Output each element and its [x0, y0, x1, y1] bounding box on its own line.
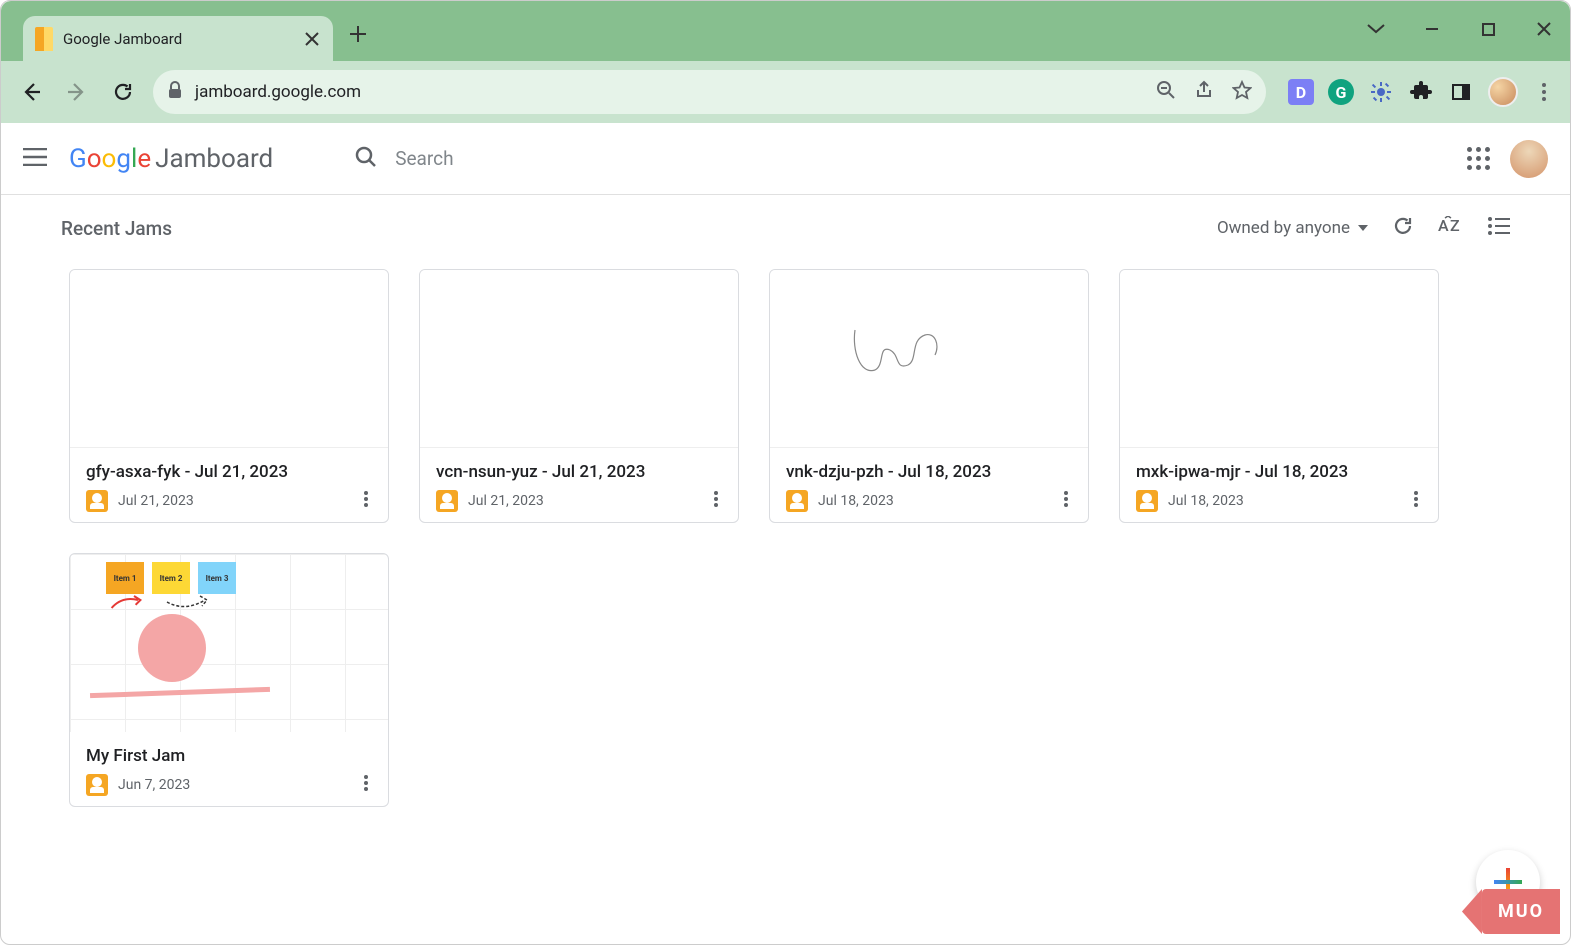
- jam-date: Jul 21, 2023: [468, 493, 700, 509]
- share-icon[interactable]: [1194, 80, 1214, 104]
- zoom-icon[interactable]: [1156, 80, 1176, 104]
- url-text: jamboard.google.com: [195, 82, 1144, 102]
- close-window-icon[interactable]: [1530, 15, 1558, 43]
- jam-card[interactable]: mxk-ipwa-mjr - Jul 18, 2023 Jul 18, 2023: [1119, 269, 1439, 523]
- section-title: Recent Jams: [61, 217, 172, 240]
- lock-icon: [167, 81, 183, 103]
- google-apps-icon[interactable]: [1467, 147, 1490, 170]
- extensions-puzzle-icon[interactable]: [1408, 79, 1434, 105]
- jam-preview: [420, 270, 738, 448]
- jamboard-favicon: [35, 27, 53, 51]
- browser-menu-icon[interactable]: [1532, 83, 1556, 101]
- section-header: Recent Jams Owned by anyone AZ: [1, 195, 1570, 251]
- jam-date: Jul 18, 2023: [1168, 493, 1400, 509]
- jam-preview: [70, 270, 388, 448]
- card-menu-icon[interactable]: [360, 775, 372, 795]
- extension-gear-icon[interactable]: [1368, 79, 1394, 105]
- list-view-icon[interactable]: [1488, 217, 1510, 239]
- card-menu-icon[interactable]: [710, 491, 722, 511]
- watermark-badge: MUO: [1482, 889, 1560, 934]
- app-header: Google Jamboard Search: [1, 123, 1570, 195]
- browser-tab[interactable]: Google Jamboard: [23, 16, 333, 61]
- sticky-note: Item 1: [106, 562, 144, 594]
- extension-d-icon[interactable]: D: [1288, 79, 1314, 105]
- jamboard-file-icon: [86, 490, 108, 512]
- sort-az-icon[interactable]: AZ: [1438, 216, 1464, 240]
- jam-date: Jul 18, 2023: [818, 493, 1050, 509]
- refresh-icon[interactable]: [1392, 215, 1414, 241]
- browser-tab-strip: Google Jamboard: [1, 1, 1570, 61]
- jam-title: mxk-ipwa-mjr - Jul 18, 2023: [1136, 462, 1422, 482]
- reload-button[interactable]: [107, 76, 139, 108]
- sticky-note: Item 3: [198, 562, 236, 594]
- jam-grid: gfy-asxa-fyk - Jul 21, 2023 Jul 21, 2023…: [1, 251, 1570, 825]
- maximize-icon[interactable]: [1474, 15, 1502, 43]
- jam-card[interactable]: Item 1 Item 2 Item 3 My First Jam Jun 7,…: [69, 553, 389, 807]
- drawing-circle: [138, 614, 206, 682]
- jam-card[interactable]: gfy-asxa-fyk - Jul 21, 2023 Jul 21, 2023: [69, 269, 389, 523]
- search-icon: [355, 146, 377, 172]
- svg-text:Z: Z: [1450, 216, 1460, 235]
- new-tab-button[interactable]: [349, 24, 367, 49]
- jam-date: Jul 21, 2023: [118, 493, 350, 509]
- owner-filter-dropdown[interactable]: Owned by anyone: [1217, 218, 1368, 238]
- card-menu-icon[interactable]: [360, 491, 372, 511]
- browser-profile-avatar[interactable]: [1488, 77, 1518, 107]
- back-button[interactable]: [15, 76, 47, 108]
- extension-icons: D G: [1288, 77, 1556, 107]
- extension-grammarly-icon[interactable]: G: [1328, 79, 1354, 105]
- drawing-line: [90, 687, 270, 698]
- google-jamboard-logo[interactable]: Google Jamboard: [69, 144, 273, 174]
- hamburger-menu-icon[interactable]: [23, 148, 47, 170]
- address-bar[interactable]: jamboard.google.com: [153, 70, 1266, 114]
- close-tab-icon[interactable]: [303, 30, 321, 48]
- search-bar[interactable]: Search: [355, 146, 453, 172]
- jamboard-file-icon: [436, 490, 458, 512]
- browser-toolbar: jamboard.google.com D G: [1, 61, 1570, 123]
- search-placeholder: Search: [395, 147, 453, 170]
- side-panel-icon[interactable]: [1448, 79, 1474, 105]
- card-menu-icon[interactable]: [1410, 491, 1422, 511]
- minimize-icon[interactable]: [1418, 15, 1446, 43]
- jamboard-file-icon: [86, 774, 108, 796]
- jam-title: gfy-asxa-fyk - Jul 21, 2023: [86, 462, 372, 482]
- chevron-down-icon[interactable]: [1362, 15, 1390, 43]
- account-avatar[interactable]: [1510, 140, 1548, 178]
- jamboard-file-icon: [786, 490, 808, 512]
- jam-title: My First Jam: [86, 746, 372, 766]
- jam-title: vcn-nsun-yuz - Jul 21, 2023: [436, 462, 722, 482]
- jam-card[interactable]: vcn-nsun-yuz - Jul 21, 2023 Jul 21, 2023: [419, 269, 739, 523]
- jam-preview: [770, 270, 1088, 448]
- jamboard-file-icon: [1136, 490, 1158, 512]
- jam-preview: Item 1 Item 2 Item 3: [70, 554, 388, 732]
- jam-date: Jun 7, 2023: [118, 777, 350, 793]
- star-icon[interactable]: [1232, 80, 1252, 104]
- jam-preview: [1120, 270, 1438, 448]
- forward-button: [61, 76, 93, 108]
- sticky-note: Item 2: [152, 562, 190, 594]
- jam-title: vnk-dzju-pzh - Jul 18, 2023: [786, 462, 1072, 482]
- jam-card[interactable]: vnk-dzju-pzh - Jul 18, 2023 Jul 18, 2023: [769, 269, 1089, 523]
- tab-title: Google Jamboard: [63, 30, 293, 48]
- card-menu-icon[interactable]: [1060, 491, 1072, 511]
- svg-text:A: A: [1438, 216, 1449, 235]
